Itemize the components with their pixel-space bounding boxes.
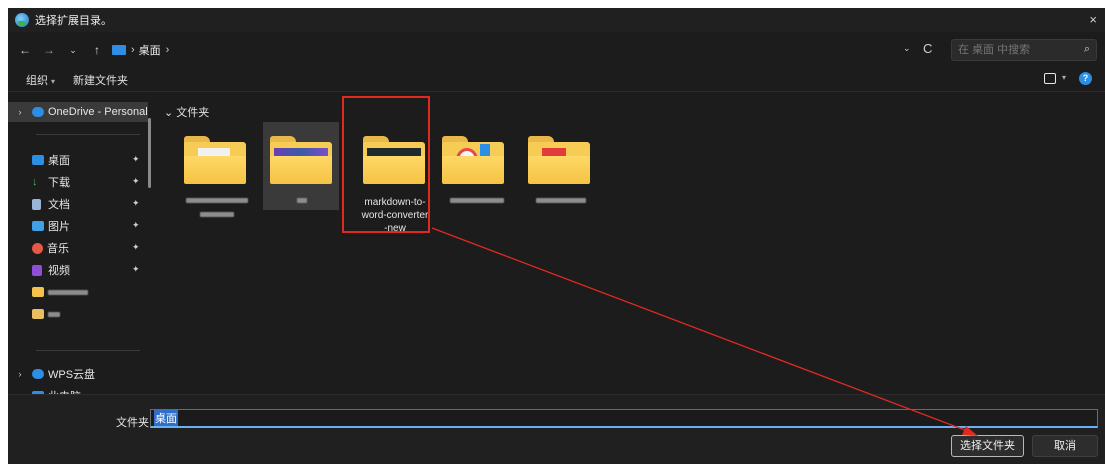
close-icon[interactable]: × bbox=[1089, 12, 1097, 27]
pin-icon: ✦ bbox=[132, 242, 140, 252]
expand-icon[interactable]: › bbox=[14, 107, 26, 117]
folder-name-input[interactable]: 桌面 bbox=[150, 409, 1098, 428]
download-icon: ↓ bbox=[32, 176, 38, 188]
document-icon bbox=[32, 198, 41, 210]
dialog-footer: 文件夹: 桌面 选择文件夹 取消 bbox=[8, 394, 1105, 464]
sidebar-item-documents[interactable]: 文档 ✦ bbox=[8, 194, 158, 214]
navigation-pane: › OneDrive - Personal 桌面 ✦ ↓ 下载 ✦ 文档 ✦ 图… bbox=[8, 94, 158, 403]
sidebar-item-onedrive[interactable]: › OneDrive - Personal bbox=[8, 102, 148, 122]
address-bar[interactable]: › 桌面 › ⌄ C bbox=[108, 38, 938, 62]
cancel-button[interactable]: 取消 bbox=[1032, 435, 1098, 457]
redacted-label bbox=[536, 198, 586, 203]
select-folder-button[interactable]: 选择文件夹 bbox=[951, 435, 1024, 457]
sidebar-item-label: OneDrive - Personal bbox=[48, 106, 148, 118]
redacted-label bbox=[48, 289, 88, 295]
group-header-label: 文件夹 bbox=[176, 107, 210, 119]
up-button[interactable]: ↑ bbox=[88, 43, 106, 57]
help-icon[interactable]: ? bbox=[1079, 72, 1092, 85]
sidebar-item-desktop[interactable]: 桌面 ✦ bbox=[8, 150, 158, 170]
folder-icon bbox=[32, 287, 44, 297]
view-options-icon[interactable] bbox=[1044, 73, 1056, 84]
annotation-highlight-box bbox=[342, 96, 430, 233]
search-icon[interactable]: ⌕ bbox=[1084, 43, 1090, 56]
redacted-label bbox=[48, 311, 60, 317]
navigation-bar: ← → ⌄ ↑ › 桌面 › ⌄ C bbox=[8, 36, 1105, 64]
sidebar-item-label: 文档 bbox=[48, 199, 70, 211]
organize-label: 组织 bbox=[26, 74, 48, 87]
pin-icon: ✦ bbox=[132, 220, 140, 230]
sidebar-item-pictures[interactable]: 图片 ✦ bbox=[8, 216, 158, 236]
sidebar-item-downloads[interactable]: ↓ 下载 ✦ bbox=[8, 172, 158, 192]
folder-field-label: 文件夹: bbox=[116, 417, 153, 429]
pin-icon: ✦ bbox=[132, 198, 140, 208]
sidebar-item-videos[interactable]: 视频 ✦ bbox=[8, 260, 158, 280]
video-icon bbox=[32, 264, 42, 276]
forward-button[interactable]: → bbox=[40, 43, 58, 57]
app-icon bbox=[15, 13, 29, 27]
expand-icon[interactable]: › bbox=[14, 369, 26, 379]
folder-icon bbox=[442, 136, 504, 184]
music-icon bbox=[32, 242, 43, 254]
desktop-icon bbox=[112, 45, 126, 55]
sidebar-item-folder[interactable] bbox=[8, 304, 158, 324]
search-input[interactable] bbox=[952, 44, 1072, 56]
folder-icon bbox=[32, 309, 44, 319]
sidebar-item-folder[interactable] bbox=[8, 282, 158, 302]
sidebar-item-label: 桌面 bbox=[48, 155, 70, 167]
file-list: ⌄ 文件夹 markdown-to- word-converter -new bbox=[160, 94, 1105, 394]
file-dialog-window: 选择扩展目录。 × ← → ⌄ ↑ › 桌面 › ⌄ C ⌕ 组织▾ 新建文件夹… bbox=[8, 8, 1105, 464]
breadcrumb-desktop[interactable]: 桌面 bbox=[139, 42, 161, 58]
folder-item[interactable] bbox=[526, 122, 616, 212]
command-bar: 组织 ▾ 新建文件夹 ▾ ? bbox=[8, 68, 1105, 92]
sidebar-divider bbox=[36, 350, 140, 351]
breadcrumb-separator-icon[interactable]: › bbox=[166, 44, 170, 56]
folder-icon bbox=[270, 136, 332, 184]
wps-cloud-icon bbox=[32, 369, 44, 379]
address-dropdown-icon[interactable]: ⌄ bbox=[903, 43, 911, 54]
breadcrumb-separator-icon[interactable]: › bbox=[131, 44, 135, 56]
sidebar-item-label: 下载 bbox=[48, 177, 70, 189]
chevron-down-icon: ⌄ bbox=[164, 107, 174, 119]
recent-locations-button[interactable]: ⌄ bbox=[64, 45, 82, 56]
folder-item[interactable] bbox=[263, 122, 339, 210]
sidebar-item-label: 图片 bbox=[48, 221, 70, 233]
folder-item[interactable] bbox=[440, 122, 526, 212]
chevron-down-icon[interactable]: ▾ bbox=[1062, 73, 1066, 82]
sidebar-item-label: 视频 bbox=[48, 265, 70, 277]
sidebar-item-music[interactable]: 音乐 ✦ bbox=[8, 238, 158, 258]
new-folder-button[interactable]: 新建文件夹 bbox=[73, 72, 128, 88]
sidebar-item-label: 音乐 bbox=[47, 243, 69, 255]
back-button[interactable]: ← bbox=[16, 43, 34, 57]
redacted-label bbox=[200, 212, 234, 217]
refresh-button[interactable]: C bbox=[923, 41, 932, 56]
pin-icon: ✦ bbox=[132, 264, 140, 274]
dialog-title: 选择扩展目录。 bbox=[35, 15, 112, 27]
sidebar-divider bbox=[36, 134, 140, 135]
title-bar: 选择扩展目录。 × bbox=[8, 8, 1105, 32]
group-header-folders[interactable]: ⌄ 文件夹 bbox=[164, 104, 209, 120]
organize-menu[interactable]: 组织 ▾ bbox=[26, 72, 55, 88]
pictures-icon bbox=[32, 221, 44, 231]
sidebar-item-label: WPS云盘 bbox=[48, 369, 96, 381]
folder-name-value[interactable]: 桌面 bbox=[154, 410, 178, 426]
redacted-label bbox=[297, 198, 307, 203]
folder-icon bbox=[184, 136, 246, 184]
folder-item[interactable] bbox=[170, 122, 260, 217]
folder-icon bbox=[528, 136, 590, 184]
redacted-label bbox=[186, 198, 248, 203]
pin-icon: ✦ bbox=[132, 154, 140, 164]
pin-icon: ✦ bbox=[132, 176, 140, 186]
search-box[interactable]: ⌕ bbox=[951, 39, 1097, 61]
sidebar-item-wps-cloud[interactable]: › WPS云盘 bbox=[8, 364, 158, 384]
desktop-icon bbox=[32, 155, 44, 165]
cloud-icon bbox=[32, 107, 44, 117]
chevron-down-icon: ▾ bbox=[51, 76, 56, 86]
redacted-label bbox=[450, 198, 504, 203]
